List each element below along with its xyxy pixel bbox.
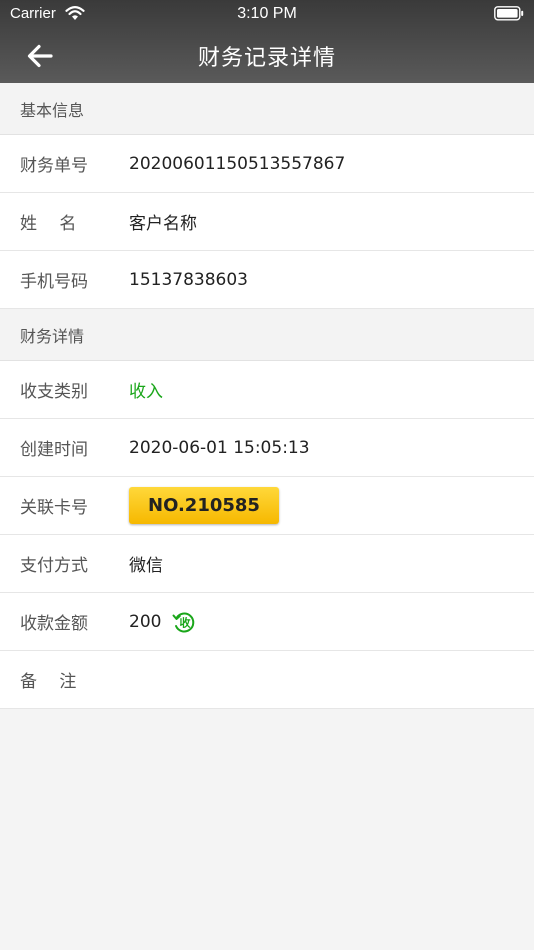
row-amount: 收款金额 200 收 — [0, 593, 534, 651]
row-type: 收支类别 收入 — [0, 361, 534, 419]
nav-bar: 财务记录详情 — [0, 28, 534, 83]
status-time: 3:10 PM — [237, 5, 297, 22]
income-receipt-icon: 收 — [172, 612, 195, 632]
header: Carrier 3:10 PM 财务记录详情 — [0, 0, 534, 83]
row-label: 备 注 — [20, 672, 77, 692]
created-time-value: 2020-06-01 15:05:13 — [129, 437, 310, 458]
amount-value: 200 — [129, 611, 162, 632]
row-label: 支付方式 — [20, 556, 88, 576]
screen: Carrier 3:10 PM 财务记录详情 基本信息 财务单号 2020060… — [0, 0, 534, 950]
phone-value: 15137838603 — [129, 269, 248, 290]
section-header-basic: 基本信息 — [0, 83, 534, 135]
row-name: 姓 名 客户名称 — [0, 193, 534, 251]
status-bar: Carrier 3:10 PM — [0, 0, 534, 28]
section-header-detail: 财务详情 — [0, 309, 534, 361]
row-label: 关联卡号 — [20, 498, 88, 518]
row-created-time: 创建时间 2020-06-01 15:05:13 — [0, 419, 534, 477]
row-label: 财务单号 — [20, 156, 88, 176]
name-value: 客户名称 — [129, 214, 197, 234]
page-title: 财务记录详情 — [197, 46, 336, 71]
battery-icon — [494, 6, 524, 21]
row-note: 备 注 — [0, 651, 534, 709]
card-number-badge[interactable]: NO.210585 — [129, 487, 279, 524]
income-icon-text: 收 — [180, 615, 191, 629]
row-phone: 手机号码 15137838603 — [0, 251, 534, 309]
section-title: 基本信息 — [20, 100, 85, 120]
card-value-wrap: NO.210585 — [129, 487, 279, 524]
row-order-number: 财务单号 20200601150513557867 — [0, 135, 534, 193]
row-label: 收支类别 — [20, 382, 88, 402]
section-title: 财务详情 — [20, 326, 85, 346]
payment-method-value: 微信 — [129, 556, 163, 576]
order-number-value: 20200601150513557867 — [129, 153, 346, 174]
row-payment-method: 支付方式 微信 — [0, 535, 534, 593]
amount-value-wrap: 200 收 — [129, 609, 197, 635]
row-card-number: 关联卡号 NO.210585 — [0, 477, 534, 535]
content: 基本信息 财务单号 20200601150513557867 姓 名 客户名称 … — [0, 83, 534, 709]
row-label: 收款金额 — [20, 614, 88, 634]
type-value: 收入 — [129, 382, 163, 402]
row-label: 创建时间 — [20, 440, 88, 460]
row-label: 手机号码 — [20, 272, 88, 292]
row-label: 姓 名 — [20, 214, 77, 234]
